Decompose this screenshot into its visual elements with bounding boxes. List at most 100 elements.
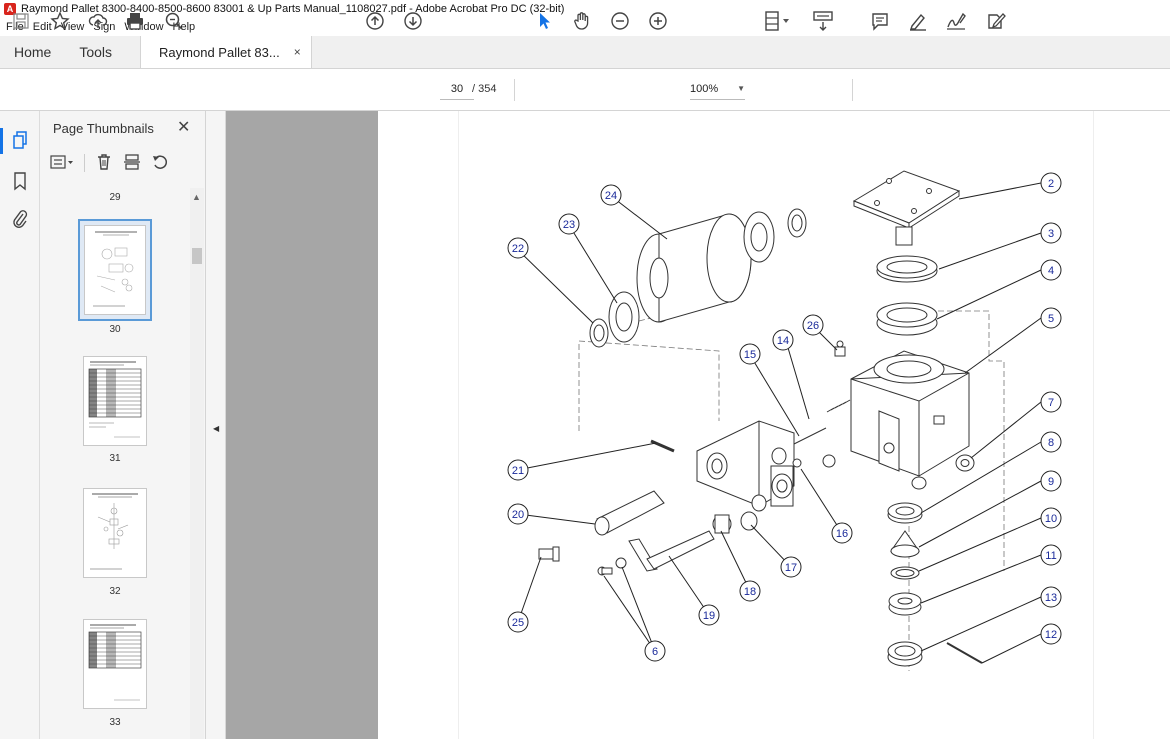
delete-page-icon[interactable]: [95, 153, 113, 174]
toolbar-divider: [852, 79, 853, 101]
mount-plate-2: [852, 170, 961, 246]
callout-number-19: 19: [703, 610, 715, 622]
fitting-25: [538, 546, 560, 562]
page-up-icon[interactable]: [364, 9, 386, 33]
zoom-value: 100%: [690, 83, 719, 95]
roll-pin-21: [650, 439, 675, 453]
search-zoom-icon[interactable]: [163, 9, 185, 33]
callout-number-25: 25: [512, 617, 524, 629]
thumbnail-page-number: 33: [109, 717, 121, 728]
tab-tools[interactable]: Tools: [65, 36, 126, 68]
insert-page-icon[interactable]: [123, 153, 141, 174]
shaft-20: [594, 490, 665, 536]
callout-number-24: 24: [605, 190, 617, 202]
scrollbar-thumb[interactable]: [192, 248, 202, 264]
toolbar-divider: [84, 154, 85, 172]
bookmark-icon[interactable]: [10, 171, 30, 191]
callout-number-5: 5: [1048, 313, 1054, 325]
springs-14-15: [793, 399, 851, 445]
callout-number-4: 4: [1048, 265, 1054, 277]
page-thumbnails-icon[interactable]: [10, 130, 30, 150]
callout-number-18: 18: [744, 586, 756, 598]
callout-number-16: 16: [836, 528, 848, 540]
page-thumbnails-panel: Page Thumbnails ✕ 29 30 31 32 33: [40, 111, 206, 739]
panel-title: Page Thumbnails: [53, 121, 154, 136]
fit-page-icon[interactable]: [762, 9, 792, 33]
thumbnail-options-icon[interactable]: [50, 154, 74, 173]
select-arrow-icon[interactable]: [533, 9, 555, 33]
thumbnail-page-33[interactable]: [83, 619, 147, 709]
tab-document[interactable]: Raymond Pallet 83... ×: [140, 36, 312, 68]
thumbnail-page-32[interactable]: [83, 488, 147, 578]
wheel-24: [636, 213, 752, 323]
callout-number-6: 6: [652, 646, 658, 658]
thumbnail-scrollbar[interactable]: ▲: [190, 188, 204, 739]
zoom-in-icon[interactable]: [647, 9, 669, 33]
collapse-left-icon: ◀: [213, 424, 220, 433]
callout-number-15: 15: [744, 349, 756, 361]
thumbnail-page-number: 31: [109, 453, 121, 464]
scroll-up-arrow-icon[interactable]: ▲: [192, 192, 201, 202]
callout-number-3: 3: [1048, 228, 1054, 240]
callout-number-13: 13: [1045, 592, 1057, 604]
callout-number-17: 17: [785, 562, 797, 574]
tab-home[interactable]: Home: [0, 36, 65, 68]
callout-number-11: 11: [1045, 550, 1056, 562]
caster-housing-5: [850, 350, 970, 477]
bookmark-star-icon[interactable]: [49, 9, 71, 33]
sign-icon[interactable]: [945, 9, 967, 33]
bolt-washer-6: [597, 557, 627, 576]
left-nav-rail: [0, 111, 40, 739]
callout-number-2: 2: [1048, 178, 1054, 190]
callout-group: 2345789101113122614152423222116201718192…: [507, 172, 1062, 662]
callout-number-22: 22: [512, 243, 524, 255]
document-gutter: [226, 111, 378, 739]
upload-cloud-icon[interactable]: [87, 9, 109, 33]
thumbnail-page-31[interactable]: [83, 356, 147, 446]
exploded-parts-diagram: 2345789101113122614152423222116201718192…: [507, 170, 1062, 671]
callout-number-23: 23: [563, 219, 575, 231]
fill-sign-icon[interactable]: [984, 9, 1008, 33]
zoom-out-icon[interactable]: [609, 9, 631, 33]
tab-tools-label: Tools: [79, 44, 113, 60]
rings-3-4: [876, 255, 938, 336]
zoom-select[interactable]: 100% ▼: [690, 78, 745, 100]
callout-number-21: 21: [512, 465, 524, 477]
save-icon[interactable]: [10, 9, 32, 33]
scroll-mode-icon[interactable]: [810, 9, 836, 33]
thumbnail-page-number: 29: [109, 192, 121, 203]
print-icon[interactable]: [124, 9, 146, 33]
callout-number-7: 7: [1048, 397, 1054, 409]
comment-icon[interactable]: [869, 9, 891, 33]
tab-close-icon[interactable]: ×: [294, 45, 301, 59]
thumbnail-selected[interactable]: [78, 219, 152, 321]
callout-number-9: 9: [1048, 476, 1054, 488]
pdf-page: 2 3 4 5 7 8 9 10 11 13 12 26 14 15 24 23 22 21 16 20 17 18 19 2…: [458, 111, 1094, 739]
bushings-17-18: [712, 511, 758, 534]
tab-home-label: Home: [14, 44, 52, 60]
chevron-down-icon: ▼: [737, 84, 745, 93]
callout-number-26: 26: [807, 320, 819, 332]
current-page-input[interactable]: 30: [440, 78, 474, 100]
callout-number-10: 10: [1045, 513, 1057, 525]
thumbnail-page-30: [84, 225, 146, 315]
thumbnail-page-number: 32: [109, 586, 121, 597]
document-view: 2 3 4 5 7 8 9 10 11 13 12 26 14 15 24 23 22 21 16 20 17 18 19 2…: [226, 111, 1170, 739]
page-down-icon[interactable]: [402, 9, 424, 33]
panel-collapse-handle[interactable]: ◀: [206, 111, 226, 739]
thumbnail-page-number: 30: [109, 324, 121, 335]
thumbnail-list: 29 30 31 32 33: [40, 187, 190, 739]
hand-icon[interactable]: [571, 9, 593, 33]
rotate-page-icon[interactable]: [151, 153, 169, 174]
attachment-icon[interactable]: [10, 209, 30, 229]
highlight-pen-icon[interactable]: [907, 9, 929, 33]
grease-fitting-26: [834, 340, 846, 357]
callout-number-20: 20: [512, 509, 524, 521]
page-total: / 354: [472, 83, 497, 95]
pivot-pin-19: [628, 530, 715, 572]
tab-document-label: Raymond Pallet 83...: [159, 44, 280, 60]
panel-close-icon[interactable]: ✕: [177, 117, 190, 137]
yoke-block: [696, 420, 836, 512]
callout-number-12: 12: [1045, 629, 1057, 641]
active-rail-indicator: [0, 128, 3, 154]
